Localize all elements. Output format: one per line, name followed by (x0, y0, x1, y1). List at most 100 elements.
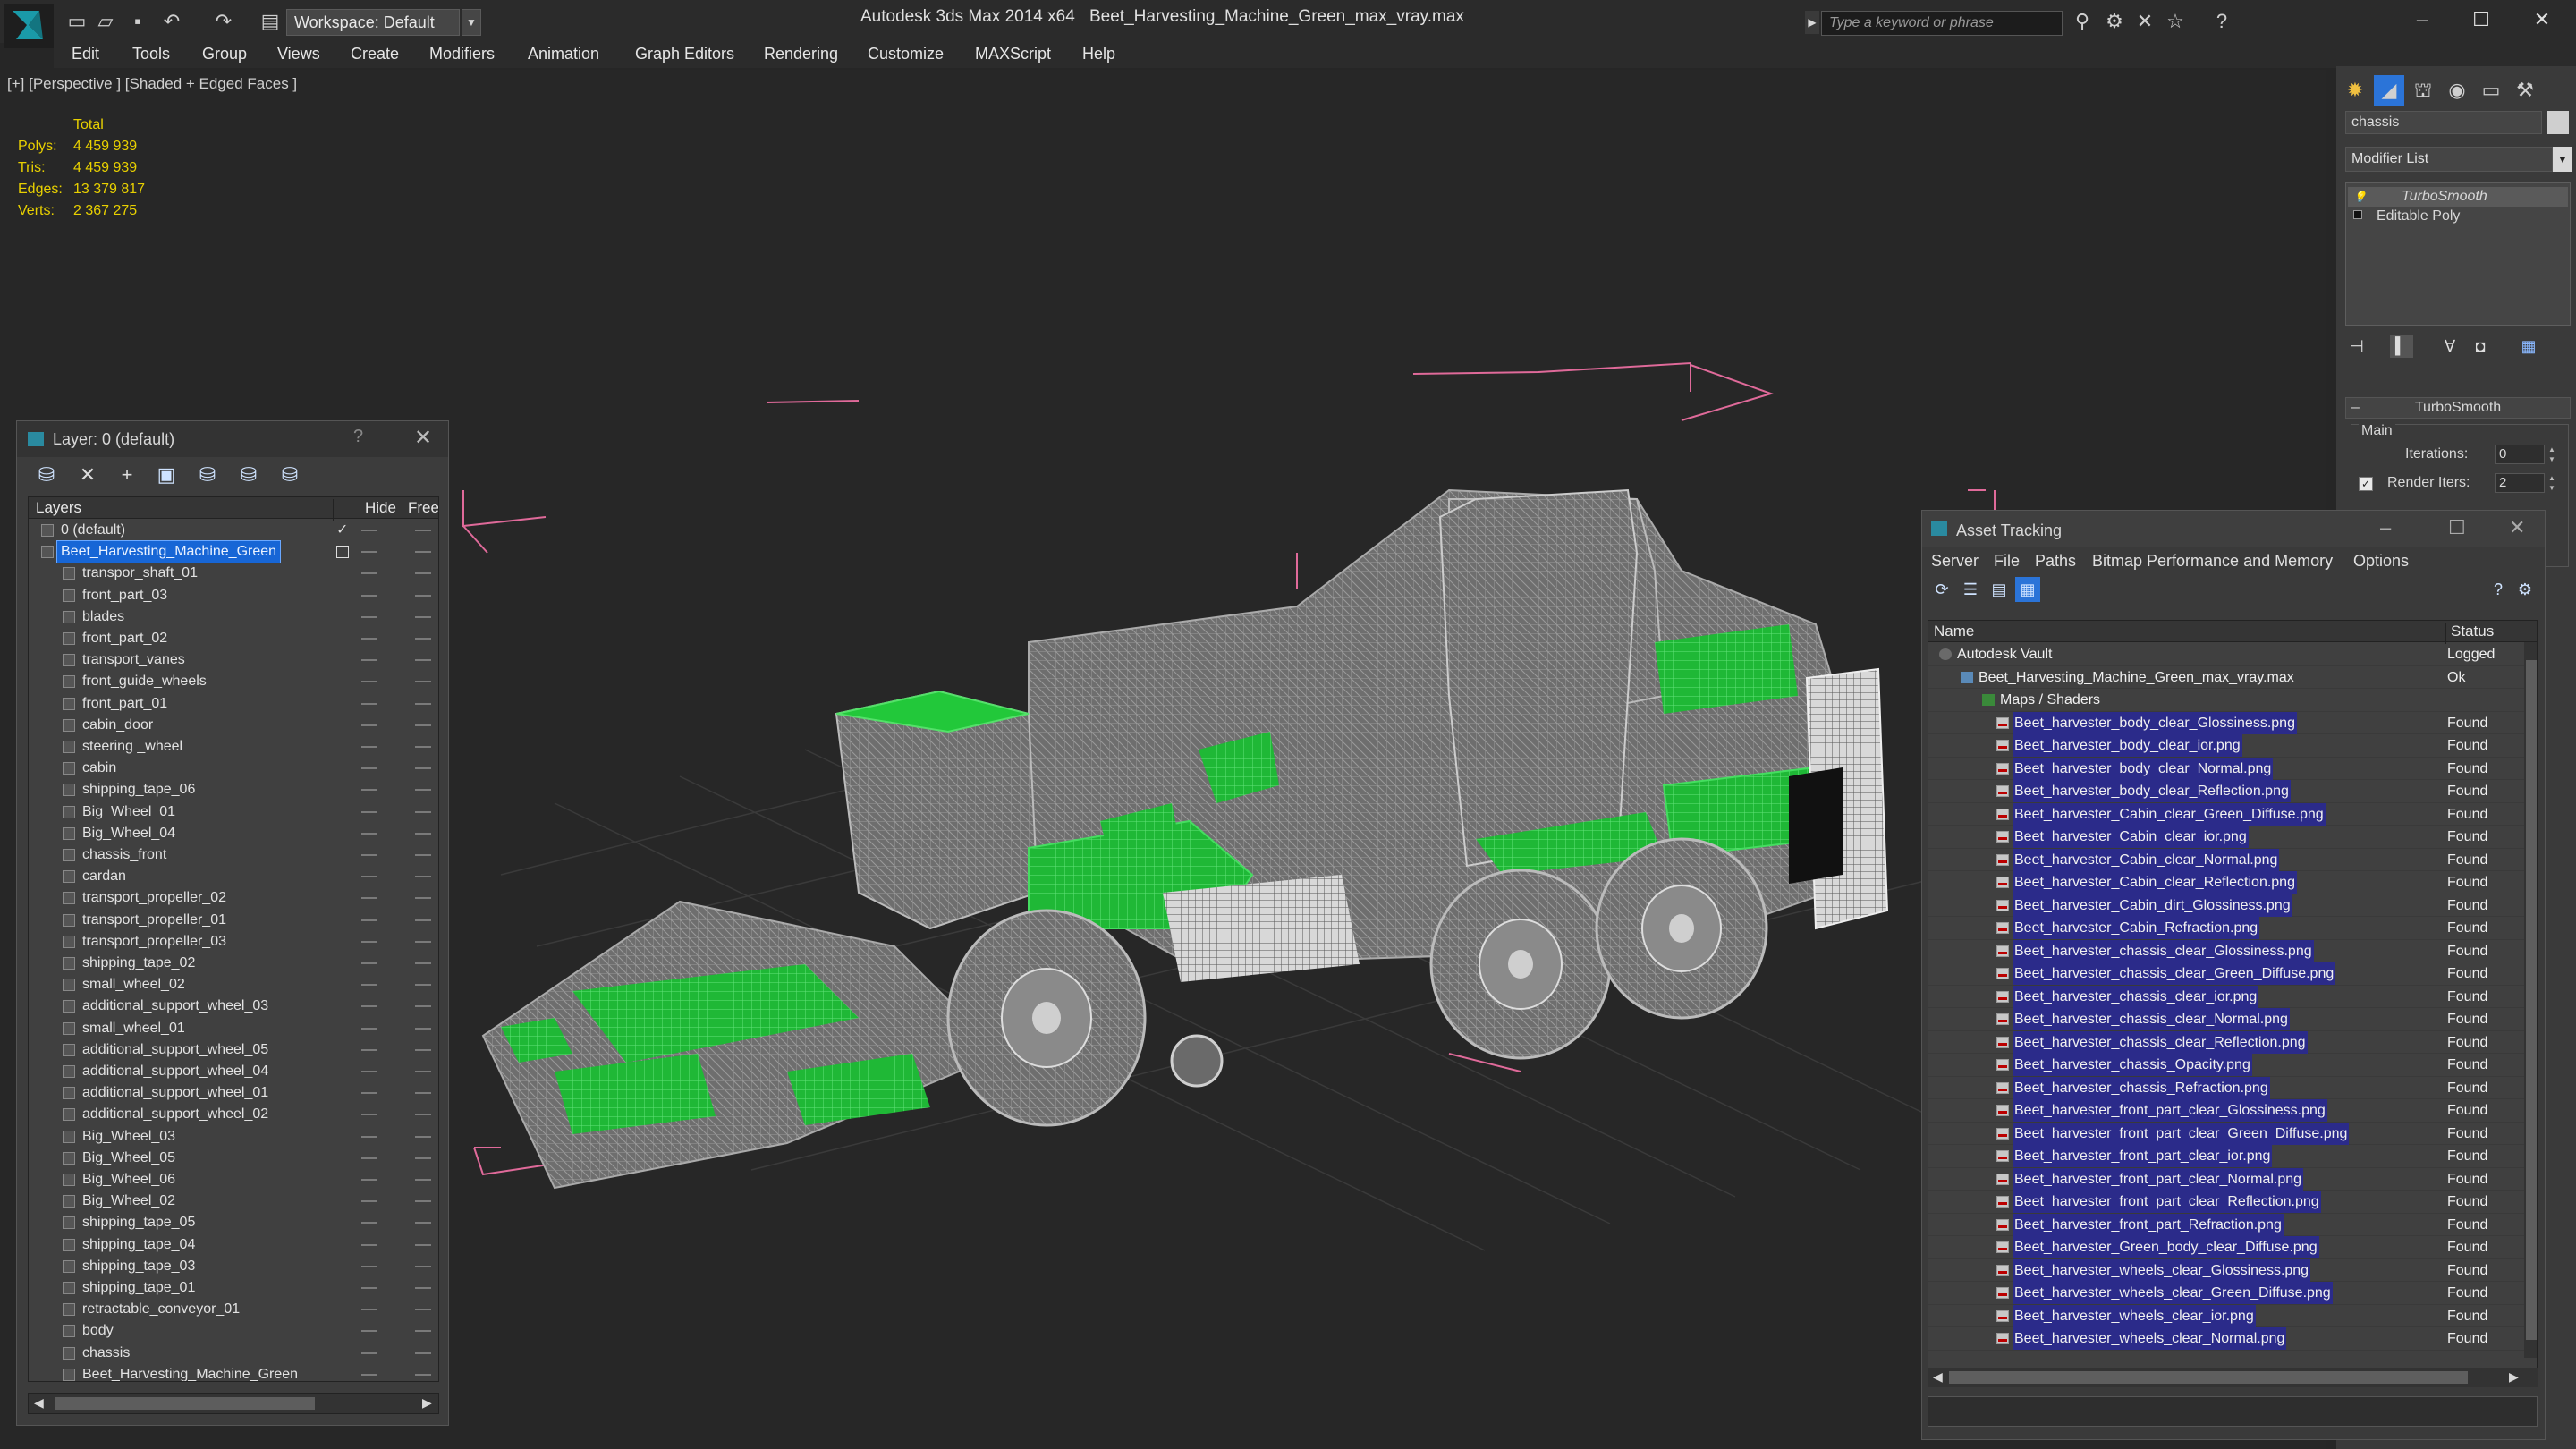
stack-item-turbosmooth[interactable]: 💡 TurboSmooth (2348, 187, 2568, 207)
help-icon[interactable]: ? (2486, 577, 2511, 602)
asset-file-row[interactable]: ▬ Beet_harvester_wheels_clear_Green_Diffu… (1928, 1282, 2524, 1305)
asset-file-row[interactable]: ▬ Beet_harvester_wheels_clear_Normal.png F… (1928, 1327, 2524, 1351)
hide-toggle[interactable] (361, 615, 377, 618)
workspace-select[interactable]: Workspace: Default (286, 9, 460, 36)
iterations-spinner[interactable]: ▲ ▼ (2546, 445, 2557, 464)
layer-object-row[interactable]: shipping_tape_04 (29, 1234, 438, 1256)
layer-object-row[interactable]: additional_support_wheel_01 (29, 1082, 438, 1104)
hide-toggle[interactable] (361, 1135, 377, 1138)
freeze-toggle[interactable] (415, 1265, 431, 1267)
chevron-down-icon[interactable]: ▼ (2553, 147, 2572, 172)
create-tab-icon[interactable]: ✹ (2340, 75, 2370, 106)
asset-file-row[interactable]: ▬ Beet_harvester_Cabin_dirt_Glossiness.pn… (1928, 894, 2524, 917)
layer-object-row[interactable]: Beet_Harvesting_Machine_Green (29, 1364, 438, 1381)
hide-toggle[interactable] (361, 551, 377, 554)
hide-toggle[interactable] (361, 1243, 377, 1246)
modifier-list-dropdown[interactable]: Modifier List (2345, 147, 2553, 172)
freeze-toggle[interactable] (415, 1330, 431, 1333)
binoculars-icon[interactable]: ⚲ (2070, 9, 2095, 34)
hide-toggle[interactable] (361, 1200, 377, 1203)
active-layer-toggle-icon[interactable] (336, 546, 349, 559)
freeze-toggle[interactable] (415, 1243, 431, 1246)
hide-toggle[interactable] (361, 1352, 377, 1354)
layer-object-row[interactable]: shipping_tape_06 (29, 779, 438, 801)
asset-path-field[interactable] (1928, 1396, 2538, 1427)
hide-toggle[interactable] (361, 659, 377, 662)
vertical-scrollbar[interactable] (2524, 642, 2537, 1358)
maps-folder-row[interactable]: Maps / Shaders (1928, 689, 2524, 712)
hide-toggle[interactable] (361, 530, 377, 531)
layer-object-row[interactable]: additional_support_wheel_04 (29, 1061, 438, 1082)
hide-toggle[interactable] (361, 1309, 377, 1311)
lightbulb-icon[interactable]: 💡 (2353, 191, 2367, 203)
menu-maxscript[interactable]: MAXScript (975, 45, 1051, 64)
table-view-icon[interactable]: ▦ (2015, 577, 2040, 602)
create-layer-icon[interactable]: ⛁ (33, 462, 60, 487)
asset-file-row[interactable]: ▬ Beet_harvester_body_clear_ior.png Found (1928, 734, 2524, 758)
search-expand-icon[interactable]: ▶ (1805, 11, 1819, 34)
freeze-toggle[interactable] (415, 615, 431, 618)
layer-object-row[interactable]: retractable_conveyor_01 (29, 1299, 438, 1320)
hide-all-icon[interactable]: ⛁ (235, 462, 262, 487)
hide-toggle[interactable] (361, 1373, 377, 1376)
thumbnail-view-icon[interactable]: ▤ (1987, 577, 2012, 602)
freeze-toggle[interactable] (415, 724, 431, 726)
freeze-toggle[interactable] (415, 530, 431, 531)
layer-object-row[interactable]: Big_Wheel_04 (29, 823, 438, 844)
turbosmooth-rollout[interactable]: – TurboSmooth (2345, 397, 2571, 419)
hide-toggle[interactable] (361, 876, 377, 878)
asset-file-row[interactable]: ▬ Beet_harvester_body_clear_Normal.png Fou… (1928, 757, 2524, 780)
hide-toggle[interactable] (361, 1157, 377, 1159)
remove-modifier-icon[interactable]: ◘ (2469, 335, 2492, 358)
asset-file-row[interactable]: ▬ Beet_harvester_Cabin_Refraction.png Foun… (1928, 917, 2524, 940)
layer-object-row[interactable]: front_part_03 (29, 585, 438, 606)
asset-file-row[interactable]: ▬ Beet_harvester_wheels_clear_ior.png Foun… (1928, 1304, 2524, 1327)
display-tab-icon[interactable]: ▭ (2476, 75, 2506, 106)
close-icon[interactable]: ✕ (414, 425, 432, 451)
freeze-toggle[interactable] (415, 1027, 431, 1030)
hide-toggle[interactable] (361, 1048, 377, 1051)
menu-server[interactable]: Server (1931, 552, 1979, 571)
hide-toggle[interactable] (361, 638, 377, 640)
communication-icon[interactable]: ✕ (2132, 9, 2157, 34)
refresh-icon[interactable]: ⟳ (1929, 577, 1954, 602)
undo-icon[interactable]: ↶ (159, 9, 184, 34)
new-file-icon[interactable]: ▭ (64, 9, 89, 34)
freeze-toggle[interactable] (415, 876, 431, 878)
layer-object-row[interactable]: Big_Wheel_05 (29, 1148, 438, 1169)
asset-file-row[interactable]: ▬ Beet_harvester_Cabin_clear_ior.png Found (1928, 826, 2524, 849)
settings-icon[interactable]: ⚙ (2512, 577, 2538, 602)
asset-file-row[interactable]: ▬ Beet_harvester_chassis_clear_ior.png Fou… (1928, 985, 2524, 1008)
maximize-icon[interactable]: ☐ (2448, 516, 2466, 539)
hide-toggle[interactable] (361, 789, 377, 792)
search-input[interactable]: Type a keyword or phrase (1821, 11, 2063, 36)
list-view-icon[interactable]: ☰ (1958, 577, 1983, 602)
menu-animation[interactable]: Animation (528, 45, 599, 64)
delete-layer-icon[interactable]: ✕ (74, 462, 101, 487)
scroll-left-icon[interactable]: ◀ (1933, 1369, 1943, 1385)
layer-row[interactable]: Beet_Harvesting_Machine_Green (29, 540, 438, 564)
layer-object-row[interactable]: transport_vanes (29, 649, 438, 671)
asset-file-row[interactable]: ▬ Beet_harvester_Cabin_clear_Green_Diffus… (1928, 802, 2524, 826)
hierarchy-tab-icon[interactable]: ⛫ (2408, 75, 2438, 106)
render-iters-checkbox[interactable]: ✓ (2359, 477, 2373, 491)
freeze-toggle[interactable] (415, 594, 431, 597)
freeze-toggle[interactable] (415, 919, 431, 921)
object-color-swatch[interactable] (2547, 111, 2569, 134)
layer-object-row[interactable]: Big_Wheel_02 (29, 1191, 438, 1212)
menu-group[interactable]: Group (202, 45, 247, 64)
freeze-toggle[interactable] (415, 767, 431, 770)
layer-object-row[interactable]: additional_support_wheel_05 (29, 1039, 438, 1061)
menu-tools[interactable]: Tools (132, 45, 170, 64)
hide-toggle[interactable] (361, 854, 377, 856)
project-folder-icon[interactable]: ▤ (258, 9, 283, 34)
layer-object-row[interactable]: Big_Wheel_01 (29, 801, 438, 823)
freeze-toggle[interactable] (415, 854, 431, 856)
make-unique-icon[interactable]: ∀ (2438, 335, 2462, 358)
column-status[interactable]: Status (2451, 623, 2494, 640)
menu-help[interactable]: Help (1082, 45, 1115, 64)
layer-object-row[interactable]: shipping_tape_01 (29, 1277, 438, 1299)
hide-toggle[interactable] (361, 962, 377, 964)
layer-object-row[interactable]: front_guide_wheels (29, 671, 438, 692)
motion-tab-icon[interactable]: ◉ (2442, 75, 2472, 106)
